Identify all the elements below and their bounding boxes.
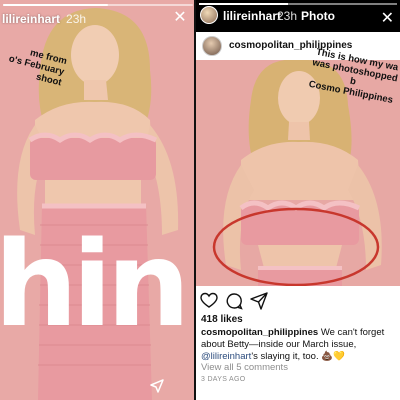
caption-mention[interactable]: @lilireinhart bbox=[201, 351, 251, 362]
story-username[interactable]: lilireinhart bbox=[223, 9, 281, 23]
story-progress-bar bbox=[3, 4, 193, 6]
heart-icon[interactable] bbox=[200, 292, 218, 310]
close-icon[interactable]: ✕ bbox=[381, 8, 394, 28]
magazine-headline-text: hin bbox=[0, 215, 190, 353]
avatar[interactable] bbox=[200, 6, 218, 24]
view-comments-link[interactable]: View all 5 comments bbox=[201, 362, 288, 373]
share-icon[interactable] bbox=[250, 292, 268, 310]
story-timestamp: 23h bbox=[66, 12, 87, 26]
repost-story-panel: lilireinhart 23h Photo ✕ cosmopolitan_ph… bbox=[196, 0, 400, 400]
send-icon[interactable] bbox=[150, 379, 164, 393]
caption-username[interactable]: cosmopolitan_philippines bbox=[201, 327, 318, 338]
post-caption: cosmopolitan_philippines We can't forget… bbox=[201, 327, 397, 363]
send-icon[interactable] bbox=[374, 379, 388, 393]
post-avatar[interactable] bbox=[202, 36, 222, 56]
close-icon[interactable]: ✕ bbox=[172, 10, 188, 26]
story-timestamp: 23h bbox=[277, 9, 298, 23]
post-timestamp: 3 DAYS AGO bbox=[201, 376, 246, 383]
comment-icon[interactable] bbox=[225, 292, 243, 310]
story-progress-fill bbox=[199, 3, 289, 5]
story-progress-fill bbox=[3, 4, 108, 6]
story-header: lilireinhart 23h Photo ✕ bbox=[196, 0, 400, 32]
story-progress-bar bbox=[199, 3, 397, 5]
post-actions-bar bbox=[196, 290, 400, 312]
story-username[interactable]: lilireinhart bbox=[2, 12, 60, 26]
original-story-panel: lilireinhart 23h ✕ me from o's February … bbox=[0, 0, 196, 400]
story-media-label: Photo bbox=[301, 9, 335, 23]
story-header: lilireinhart 23h bbox=[0, 10, 196, 28]
like-count[interactable]: 418 likes bbox=[201, 314, 243, 325]
caption-tail: 's slaying it, too. 💩💛 bbox=[251, 351, 345, 362]
